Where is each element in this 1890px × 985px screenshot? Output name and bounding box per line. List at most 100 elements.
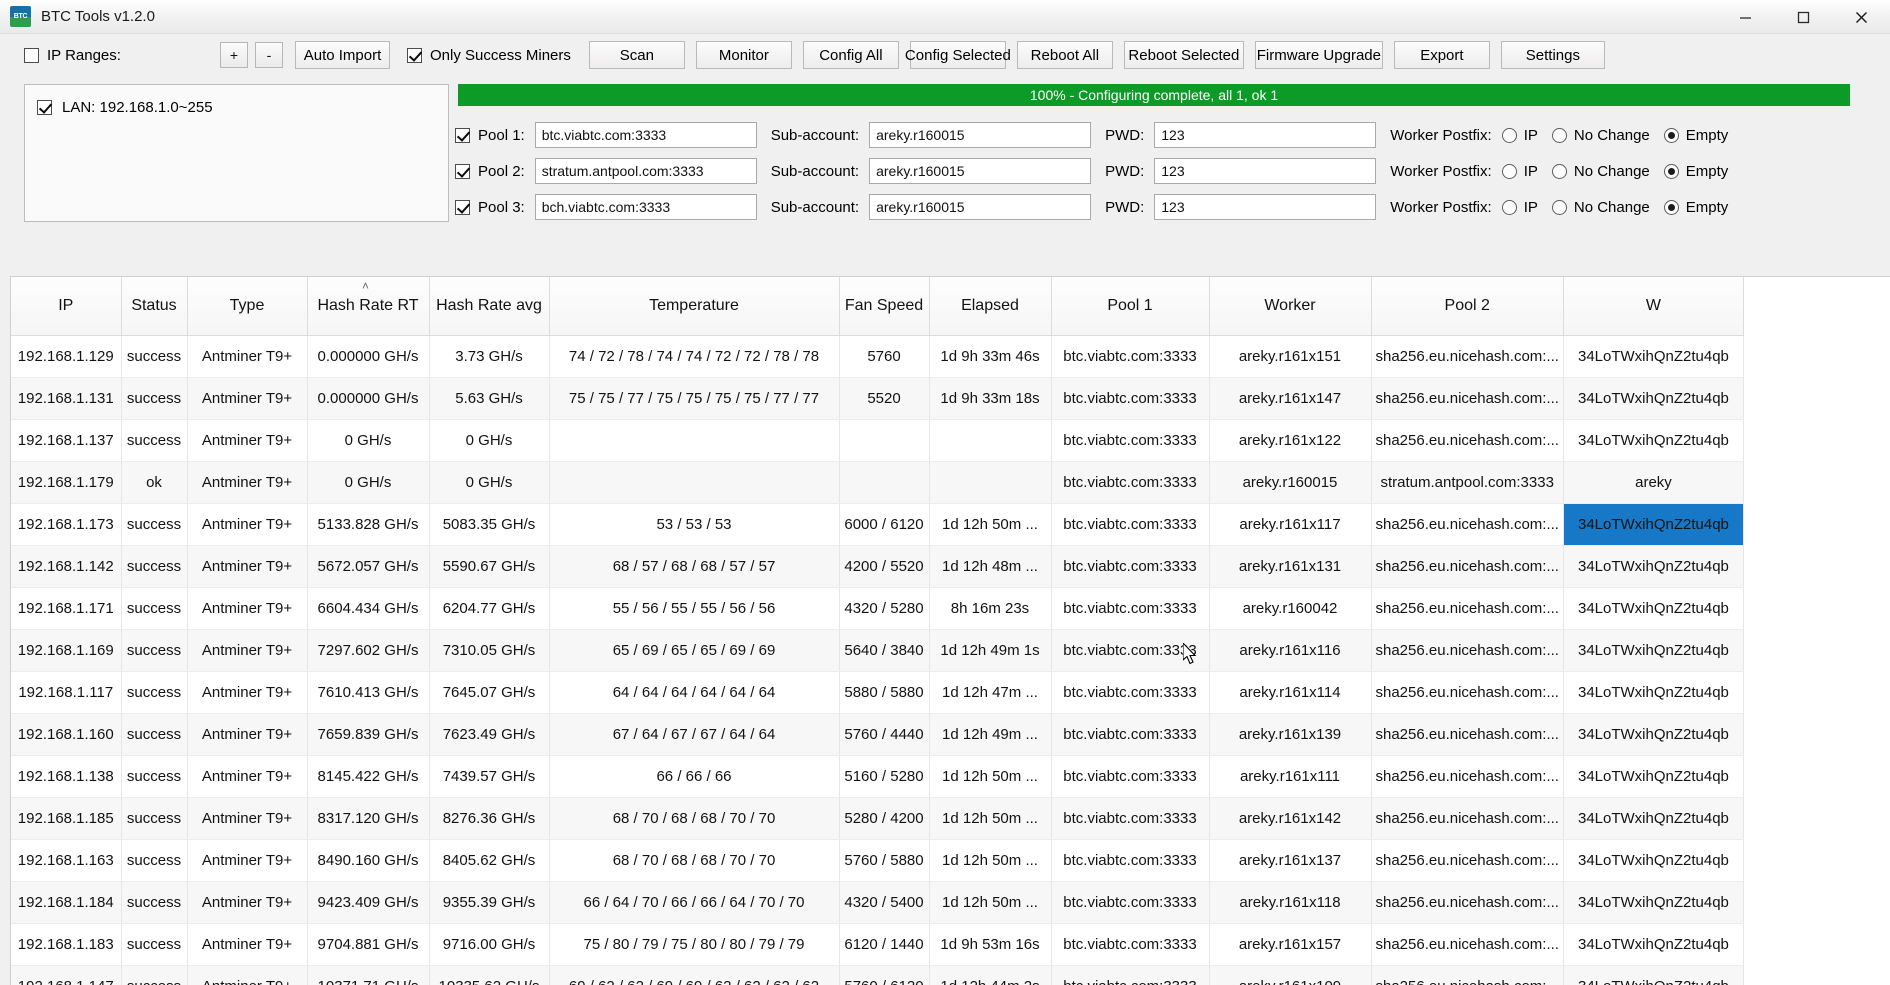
- column-header-elapsed[interactable]: Elapsed: [929, 277, 1051, 335]
- column-header-type[interactable]: Type: [187, 277, 307, 335]
- cell-status[interactable]: success: [121, 545, 187, 587]
- cell-type[interactable]: Antminer T9+: [187, 545, 307, 587]
- cell-hash_rt[interactable]: 7297.602 GH/s: [307, 629, 429, 671]
- pool-1-sub-account-input[interactable]: areky.r160015: [869, 122, 1091, 148]
- radio-dot[interactable]: [1502, 164, 1517, 179]
- lan-list[interactable]: LAN: 192.168.1.0~255: [24, 84, 449, 222]
- cell-ip[interactable]: 192.168.1.129: [11, 335, 121, 377]
- pool-2-postfix-ip-radio[interactable]: IP: [1502, 163, 1538, 180]
- column-header-pool-2[interactable]: Pool 2: [1371, 277, 1563, 335]
- column-header-pool-1[interactable]: Pool 1: [1051, 277, 1209, 335]
- cell-hash_avg[interactable]: 9355.39 GH/s: [429, 881, 549, 923]
- cell-worker2[interactable]: 34LoTWxihQnZ2tu4qb: [1563, 881, 1743, 923]
- pool-3-postfix-ip-radio[interactable]: IP: [1502, 199, 1538, 216]
- lan-checkbox-box[interactable]: [37, 100, 52, 115]
- cell-type[interactable]: Antminer T9+: [187, 461, 307, 503]
- table-row[interactable]: 192.168.1.183successAntminer T9+9704.881…: [11, 923, 1743, 965]
- cell-ip[interactable]: 192.168.1.173: [11, 503, 121, 545]
- table-row[interactable]: 192.168.1.147successAntminer T9+10371.71…: [11, 965, 1743, 985]
- cell-temperature[interactable]: 55 / 56 / 55 / 55 / 56 / 56: [549, 587, 839, 629]
- cell-pool2[interactable]: sha256.eu.nicehash.com:...: [1371, 923, 1563, 965]
- cell-worker2[interactable]: 34LoTWxihQnZ2tu4qb: [1563, 797, 1743, 839]
- table-row[interactable]: 192.168.1.142successAntminer T9+5672.057…: [11, 545, 1743, 587]
- cell-temperature[interactable]: 68 / 70 / 68 / 68 / 70 / 70: [549, 797, 839, 839]
- cell-worker[interactable]: areky.r160015: [1209, 461, 1371, 503]
- cell-hash_avg[interactable]: 9716.00 GH/s: [429, 923, 549, 965]
- cell-temperature[interactable]: 64 / 64 / 64 / 64 / 64 / 64: [549, 671, 839, 713]
- cell-fan_speed[interactable]: [839, 419, 929, 461]
- cell-worker[interactable]: areky.r161x157: [1209, 923, 1371, 965]
- cell-fan_speed[interactable]: [839, 461, 929, 503]
- cell-type[interactable]: Antminer T9+: [187, 629, 307, 671]
- cell-type[interactable]: Antminer T9+: [187, 335, 307, 377]
- cell-ip[interactable]: 192.168.1.179: [11, 461, 121, 503]
- cell-worker2[interactable]: 34LoTWxihQnZ2tu4qb: [1563, 377, 1743, 419]
- cell-elapsed[interactable]: 8h 16m 23s: [929, 587, 1051, 629]
- pool-2-postfix-empty-radio[interactable]: Empty: [1664, 163, 1729, 180]
- cell-pool1[interactable]: btc.viabtc.com:3333: [1051, 923, 1209, 965]
- cell-pool1[interactable]: btc.viabtc.com:3333: [1051, 629, 1209, 671]
- cell-ip[interactable]: 192.168.1.131: [11, 377, 121, 419]
- cell-status[interactable]: success: [121, 377, 187, 419]
- cell-fan_speed[interactable]: 4320 / 5400: [839, 881, 929, 923]
- cell-hash_avg[interactable]: 5.63 GH/s: [429, 377, 549, 419]
- cell-pool1[interactable]: btc.viabtc.com:3333: [1051, 335, 1209, 377]
- cell-fan_speed[interactable]: 5760 / 4440: [839, 713, 929, 755]
- table-row[interactable]: 192.168.1.184successAntminer T9+9423.409…: [11, 881, 1743, 923]
- cell-ip[interactable]: 192.168.1.138: [11, 755, 121, 797]
- cell-worker[interactable]: areky.r161x111: [1209, 755, 1371, 797]
- cell-pool2[interactable]: sha256.eu.nicehash.com:...: [1371, 377, 1563, 419]
- pool-3-postfix-empty-radio[interactable]: Empty: [1664, 199, 1729, 216]
- ip-ranges-checkbox-box[interactable]: [24, 48, 39, 63]
- table-row[interactable]: 192.168.1.137successAntminer T9+0 GH/s0 …: [11, 419, 1743, 461]
- cell-pool2[interactable]: sha256.eu.nicehash.com:...: [1371, 965, 1563, 985]
- cell-fan_speed[interactable]: 5760: [839, 335, 929, 377]
- table-row[interactable]: 192.168.1.169successAntminer T9+7297.602…: [11, 629, 1743, 671]
- radio-dot[interactable]: [1552, 164, 1567, 179]
- cell-worker[interactable]: areky.r161x117: [1209, 503, 1371, 545]
- cell-type[interactable]: Antminer T9+: [187, 503, 307, 545]
- cell-type[interactable]: Antminer T9+: [187, 881, 307, 923]
- lan-list-item[interactable]: LAN: 192.168.1.0~255: [37, 99, 213, 116]
- cell-temperature[interactable]: 68 / 70 / 68 / 68 / 70 / 70: [549, 839, 839, 881]
- export-button[interactable]: Export: [1394, 41, 1490, 69]
- cell-temperature[interactable]: 67 / 64 / 67 / 67 / 64 / 64: [549, 713, 839, 755]
- only-success-miners-checkbox-box[interactable]: [407, 48, 422, 63]
- pool-2-enable-checkbox[interactable]: [455, 164, 470, 179]
- cell-worker[interactable]: areky.r161x116: [1209, 629, 1371, 671]
- cell-fan_speed[interactable]: 4200 / 5520: [839, 545, 929, 587]
- config-all-button[interactable]: Config All: [803, 41, 899, 69]
- cell-ip[interactable]: 192.168.1.160: [11, 713, 121, 755]
- cell-hash_rt[interactable]: 6604.434 GH/s: [307, 587, 429, 629]
- cell-worker[interactable]: areky.r161x139: [1209, 713, 1371, 755]
- cell-worker2[interactable]: 34LoTWxihQnZ2tu4qb: [1563, 503, 1743, 545]
- cell-temperature[interactable]: [549, 461, 839, 503]
- cell-status[interactable]: success: [121, 419, 187, 461]
- cell-hash_avg[interactable]: 7439.57 GH/s: [429, 755, 549, 797]
- cell-worker2[interactable]: 34LoTWxihQnZ2tu4qb: [1563, 419, 1743, 461]
- cell-fan_speed[interactable]: 5280 / 4200: [839, 797, 929, 839]
- cell-pool2[interactable]: stratum.antpool.com:3333: [1371, 461, 1563, 503]
- reboot-all-button[interactable]: Reboot All: [1017, 41, 1113, 69]
- cell-hash_rt[interactable]: 0.000000 GH/s: [307, 377, 429, 419]
- cell-ip[interactable]: 192.168.1.184: [11, 881, 121, 923]
- cell-type[interactable]: Antminer T9+: [187, 713, 307, 755]
- cell-hash_avg[interactable]: 0 GH/s: [429, 419, 549, 461]
- cell-pool1[interactable]: btc.viabtc.com:3333: [1051, 503, 1209, 545]
- cell-temperature[interactable]: 68 / 57 / 68 / 68 / 57 / 57: [549, 545, 839, 587]
- cell-worker[interactable]: areky.r161x118: [1209, 881, 1371, 923]
- column-header-temperature[interactable]: Temperature: [549, 277, 839, 335]
- pool-1-url-input[interactable]: btc.viabtc.com:3333: [535, 122, 757, 148]
- column-header-hash-rate-rt[interactable]: Hash Rate RT˄: [307, 277, 429, 335]
- column-header-hash-rate-avg[interactable]: Hash Rate avg: [429, 277, 549, 335]
- cell-elapsed[interactable]: 1d 12h 50m ...: [929, 755, 1051, 797]
- column-header-worker[interactable]: Worker: [1209, 277, 1371, 335]
- column-header-status[interactable]: Status: [121, 277, 187, 335]
- cell-temperature[interactable]: 66 / 66 / 66: [549, 755, 839, 797]
- cell-pool1[interactable]: btc.viabtc.com:3333: [1051, 881, 1209, 923]
- cell-hash_avg[interactable]: 7310.05 GH/s: [429, 629, 549, 671]
- cell-worker[interactable]: areky.r161x147: [1209, 377, 1371, 419]
- pool-1-postfix-no-change-radio[interactable]: No Change: [1552, 127, 1650, 144]
- table-row[interactable]: 192.168.1.129successAntminer T9+0.000000…: [11, 335, 1743, 377]
- cell-pool1[interactable]: btc.viabtc.com:3333: [1051, 965, 1209, 985]
